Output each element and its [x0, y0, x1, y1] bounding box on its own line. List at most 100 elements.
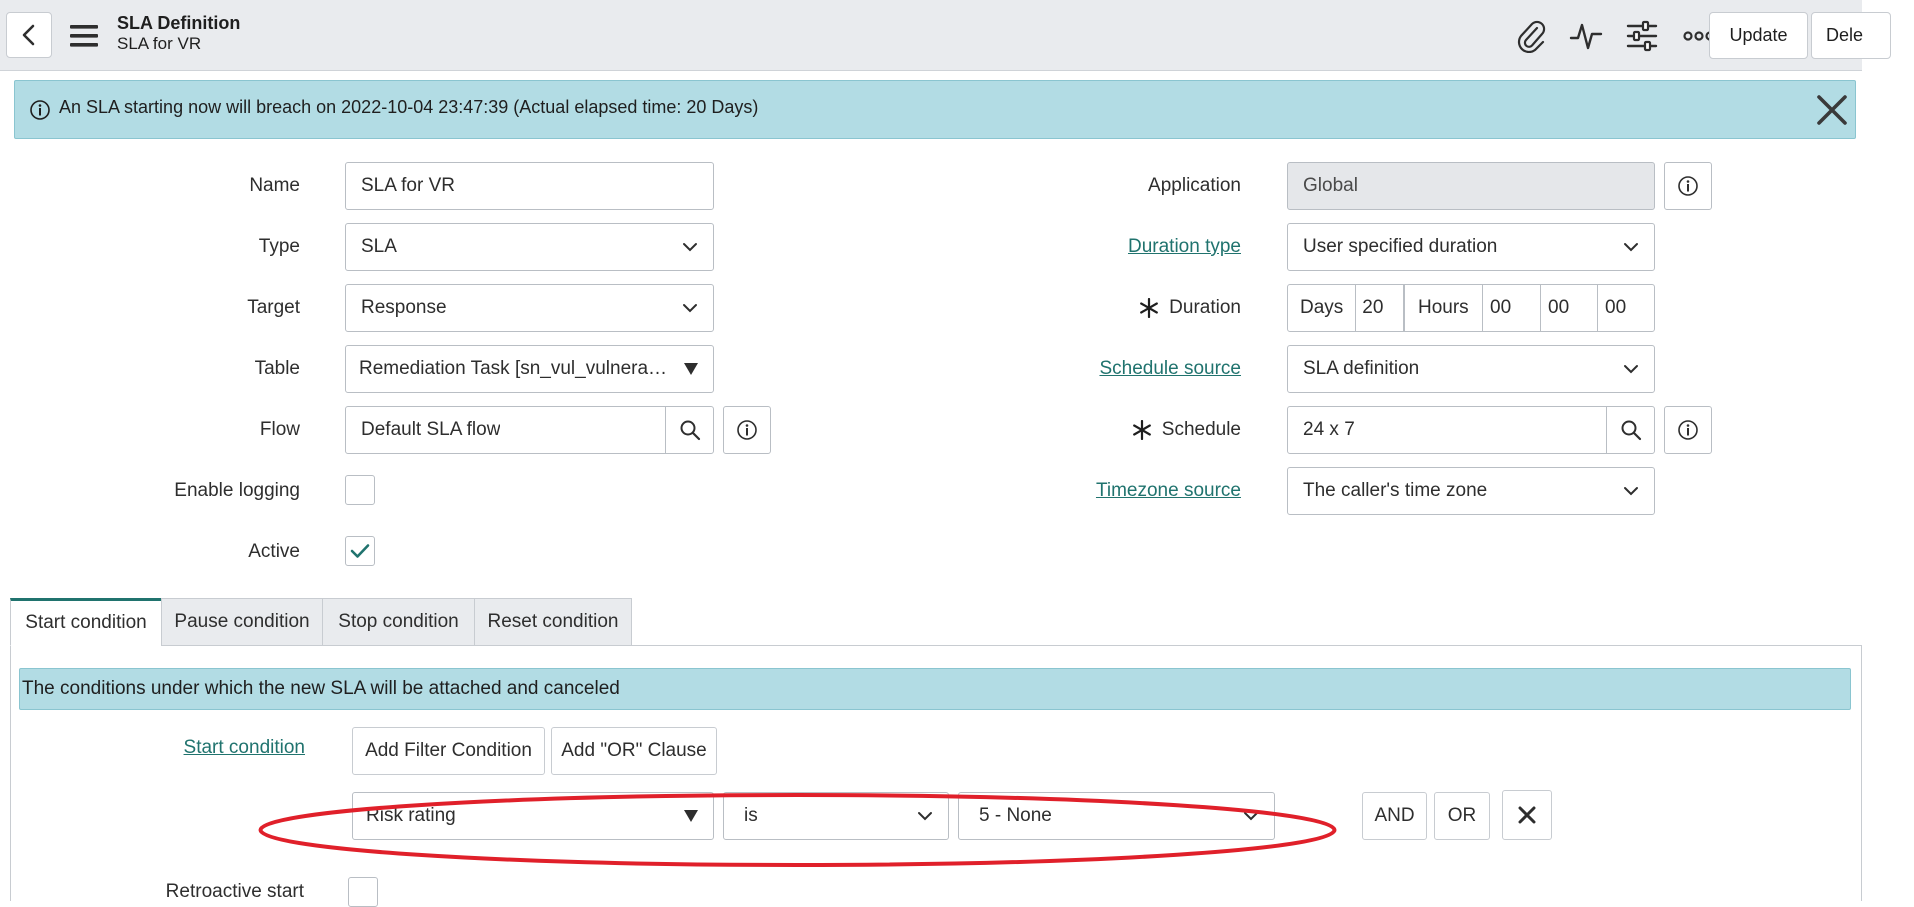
name-value: SLA for VR [361, 175, 455, 196]
days-input[interactable]: 20 [1356, 297, 1389, 319]
target-label: Target [247, 297, 300, 318]
and-button[interactable]: AND [1362, 792, 1427, 840]
condition-value-select[interactable]: 5 - None [958, 792, 1275, 840]
timezone-source-link[interactable]: Timezone source [1041, 480, 1241, 502]
condition-field-select[interactable]: Risk rating [352, 792, 714, 840]
timezone-source-select[interactable]: The caller's time zone [1287, 467, 1655, 515]
info-icon [1678, 420, 1698, 440]
condition-operator-select[interactable]: is [723, 792, 949, 840]
condition-operator-value: is [744, 805, 758, 826]
application-value: Global [1303, 175, 1358, 196]
chevron-down-icon [1624, 365, 1638, 374]
schedule-source-value: SLA definition [1303, 358, 1420, 379]
schedule-info-button[interactable] [1664, 406, 1712, 454]
close-icon[interactable] [1815, 93, 1849, 127]
duration-type-value: User specified duration [1303, 236, 1498, 257]
application-info-button[interactable] [1664, 162, 1712, 210]
hours-input[interactable]: 00 [1482, 284, 1541, 332]
schedule-source-link[interactable]: Schedule source [1041, 358, 1241, 380]
info-icon [30, 100, 50, 120]
chevron-down-icon [1624, 487, 1638, 496]
banner-message: An SLA starting now will breach on 2022-… [59, 97, 759, 117]
back-button[interactable] [6, 12, 52, 58]
minutes-input[interactable]: 00 [1540, 284, 1598, 332]
chevron-down-icon [1244, 812, 1258, 821]
name-label: Name [249, 175, 300, 196]
schedule-label-text: Schedule [1161, 419, 1241, 440]
chevron-down-icon [683, 243, 697, 252]
tab-reset-condition[interactable]: Reset condition [474, 598, 632, 646]
activity-icon[interactable] [1566, 16, 1606, 56]
duration-label-text: Duration [1169, 297, 1241, 318]
duration-label: Duration [1041, 297, 1241, 319]
tab-stop-condition[interactable]: Stop condition [322, 598, 475, 646]
enable-logging-checkbox[interactable] [345, 475, 375, 505]
record-subtitle: SLA for VR [117, 34, 202, 53]
active-label: Active [248, 541, 300, 562]
target-value: Response [361, 297, 447, 318]
search-icon [680, 420, 700, 441]
search-icon [1621, 420, 1641, 441]
tab-start-condition[interactable]: Start condition [10, 598, 162, 646]
chevron-down-icon [1624, 243, 1638, 252]
caret-down-icon [684, 810, 698, 822]
seconds-input[interactable]: 00 [1597, 284, 1655, 332]
retroactive-start-label: Retroactive start [165, 881, 304, 902]
duration-type-link[interactable]: Duration type [1041, 236, 1241, 258]
retroactive-start-checkbox[interactable] [348, 877, 378, 907]
condition-field-value: Risk rating [366, 805, 456, 826]
form-header: SLA Definition SLA for VR Update Dele [0, 0, 1891, 71]
scrollbar-gutter [1862, 71, 1914, 901]
caret-down-icon [684, 363, 698, 375]
schedule-lookup-button[interactable] [1606, 406, 1655, 454]
enable-logging-label: Enable logging [174, 480, 300, 501]
type-select[interactable]: SLA [345, 223, 714, 271]
remove-condition-button[interactable] [1502, 790, 1552, 840]
update-button[interactable]: Update [1709, 12, 1808, 59]
start-condition-link[interactable]: Start condition [105, 737, 305, 759]
schedule-input[interactable]: 24 x 7 [1287, 406, 1607, 454]
flow-info-button[interactable] [723, 406, 771, 454]
paperclip-icon[interactable] [1511, 16, 1551, 56]
flow-lookup-button[interactable] [665, 406, 714, 454]
schedule-source-select[interactable]: SLA definition [1287, 345, 1655, 393]
chevron-left-icon [22, 24, 35, 46]
table-value: Remediation Task [sn_vul_vulnerab… [359, 358, 676, 379]
condition-info-banner: The conditions under which the new SLA w… [19, 668, 1851, 710]
checkmark-icon [350, 544, 370, 558]
condition-value-value: 5 - None [979, 805, 1052, 826]
close-icon [1518, 806, 1536, 824]
info-icon [737, 420, 757, 440]
type-label: Type [258, 236, 300, 257]
timezone-source-value: The caller's time zone [1303, 480, 1488, 501]
delete-button[interactable]: Dele [1811, 12, 1891, 59]
chevron-down-icon [683, 304, 697, 313]
chevron-down-icon [918, 812, 932, 821]
info-icon [1678, 176, 1698, 196]
schedule-value: 24 x 7 [1303, 419, 1355, 440]
tab-pause-condition[interactable]: Pause condition [161, 598, 323, 646]
duration-days-group: Days 20 [1287, 284, 1404, 332]
flow-label: Flow [259, 419, 300, 440]
add-filter-condition-button[interactable]: Add Filter Condition [352, 727, 545, 775]
name-input[interactable]: SLA for VR [345, 162, 714, 210]
application-field: Global [1287, 162, 1655, 210]
duration-type-select[interactable]: User specified duration [1287, 223, 1655, 271]
hamburger-menu-icon[interactable] [68, 21, 100, 51]
application-label: Application [1148, 175, 1241, 196]
hours-unit-label: Hours [1404, 284, 1483, 332]
schedule-label: Schedule [1041, 419, 1241, 441]
type-value: SLA [361, 236, 397, 257]
or-button[interactable]: OR [1434, 792, 1490, 840]
table-label: Table [254, 358, 300, 379]
flow-input[interactable]: Default SLA flow [345, 406, 666, 454]
flow-value: Default SLA flow [361, 419, 501, 440]
table-select[interactable]: Remediation Task [sn_vul_vulnerab… [345, 345, 714, 393]
required-icon [1132, 419, 1151, 440]
target-select[interactable]: Response [345, 284, 714, 332]
page-title: SLA Definition [117, 13, 241, 33]
active-checkbox[interactable] [345, 536, 375, 566]
days-unit-label: Days [1288, 285, 1357, 331]
add-or-clause-button[interactable]: Add "OR" Clause [551, 727, 717, 775]
sliders-icon[interactable] [1622, 16, 1662, 56]
